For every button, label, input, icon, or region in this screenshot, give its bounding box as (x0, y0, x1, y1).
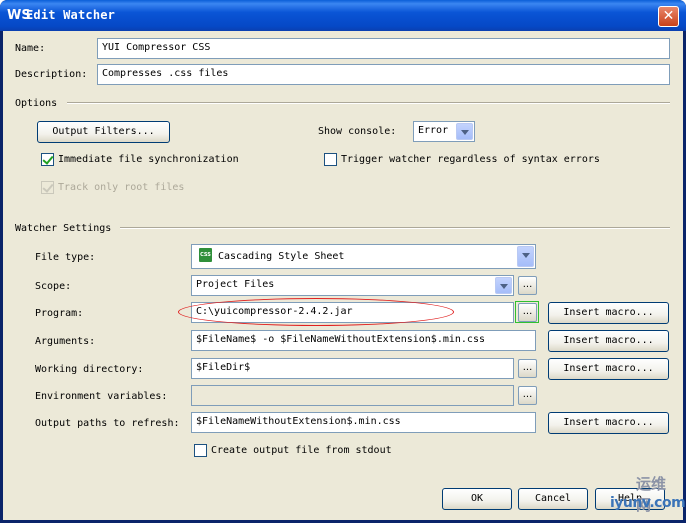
immediate-sync-label: Immediate file synchronization (58, 154, 239, 165)
name-label: Name: (15, 43, 46, 54)
file-type-label: File type: (35, 252, 96, 263)
program-insert-macro-button[interactable]: Insert macro... (548, 302, 669, 324)
env-vars-input[interactable] (191, 385, 514, 406)
output-filters-button[interactable]: Output Filters... (37, 121, 170, 143)
show-console-label: Show console: (318, 126, 397, 137)
chevron-down-icon[interactable] (456, 123, 473, 140)
watermark-text-url: iyunv.com (610, 495, 686, 511)
scope-select[interactable]: Project Files (191, 275, 514, 296)
ok-button[interactable]: OK (442, 488, 512, 510)
output-paths-label: Output paths to refresh: (35, 418, 180, 429)
ellipsis-icon: ... (522, 389, 533, 400)
arguments-label: Arguments: (35, 336, 96, 347)
output-paths-input[interactable]: $FileNameWithoutExtension$.min.css (191, 412, 536, 433)
css-file-icon: CSS (199, 248, 212, 262)
name-input[interactable]: YUI Compressor CSS (97, 38, 670, 59)
ellipsis-icon: ... (522, 279, 533, 290)
file-type-value: Cascading Style Sheet (218, 251, 345, 262)
watcher-settings-section-title: Watcher Settings (15, 223, 112, 234)
dialog-body: Name: YUI Compressor CSS Description: Co… (3, 31, 686, 520)
scope-browse-button[interactable]: ... (518, 276, 537, 295)
program-label: Program: (35, 308, 84, 319)
highlight-oval-annotation (178, 298, 454, 326)
chevron-down-icon[interactable] (495, 277, 512, 294)
chevron-down-icon[interactable] (517, 246, 534, 267)
show-console-value: Error (418, 125, 449, 136)
trigger-watcher-checkbox[interactable] (324, 153, 337, 166)
close-icon: ✕ (662, 8, 675, 24)
arguments-insert-macro-button[interactable]: Insert macro... (548, 330, 669, 352)
scope-label: Scope: (35, 281, 72, 292)
env-vars-label: Environment variables: (35, 391, 168, 402)
description-label: Description: (15, 69, 88, 80)
working-dir-insert-macro-button[interactable]: Insert macro... (548, 358, 669, 380)
track-root-checkbox (41, 181, 54, 194)
trigger-watcher-label: Trigger watcher regardless of syntax err… (341, 154, 600, 165)
create-output-label: Create output file from stdout (211, 445, 392, 456)
output-paths-insert-macro-button[interactable]: Insert macro... (548, 412, 669, 434)
create-output-checkbox[interactable] (194, 444, 207, 457)
file-type-select[interactable]: CSS Cascading Style Sheet (191, 244, 536, 269)
working-dir-browse-button[interactable]: ... (518, 359, 537, 378)
watcher-settings-divider (120, 227, 670, 229)
show-console-select[interactable]: Error (413, 121, 475, 142)
working-dir-label: Working directory: (35, 364, 144, 375)
edit-watcher-window: WS Edit Watcher ✕ Name: YUI Compressor C… (0, 0, 686, 523)
arguments-input[interactable]: $FileName$ -o $FileNameWithoutExtension$… (191, 330, 536, 351)
options-section-title: Options (15, 98, 58, 109)
cancel-button[interactable]: Cancel (518, 488, 588, 510)
close-button[interactable]: ✕ (658, 6, 679, 27)
webstorm-app-icon: WS (7, 8, 31, 23)
highlight-box-annotation (515, 301, 539, 323)
env-vars-browse-button[interactable]: ... (518, 386, 537, 405)
scope-value: Project Files (196, 279, 275, 290)
window-title: Edit Watcher (26, 8, 116, 22)
track-root-label: Track only root files (58, 182, 185, 193)
immediate-sync-checkbox[interactable] (41, 153, 54, 166)
options-divider (67, 102, 670, 104)
title-bar[interactable]: WS Edit Watcher ✕ (0, 0, 686, 31)
ellipsis-icon: ... (522, 362, 533, 373)
working-dir-input[interactable]: $FileDir$ (191, 358, 514, 379)
watermark-logo: 运维网 iyunv.com (590, 473, 686, 517)
description-input[interactable]: Compresses .css files (97, 64, 670, 85)
